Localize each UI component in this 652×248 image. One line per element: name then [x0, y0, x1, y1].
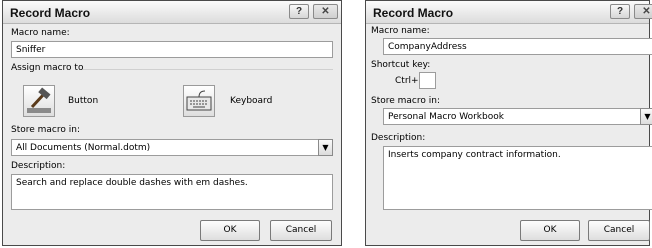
store-macro-select[interactable]: All Documents (Normal.dotm) — [11, 139, 319, 156]
assign-button-icon-button[interactable] — [23, 85, 55, 117]
dialog-title: Record Macro — [10, 6, 91, 20]
store-macro-label: Store macro in: — [371, 96, 440, 106]
group-divider — [83, 69, 333, 70]
chevron-down-icon[interactable]: ▼ — [318, 139, 333, 156]
keyboard-icon — [186, 90, 212, 111]
store-macro-label: Store macro in: — [11, 125, 80, 135]
macro-name-label: Macro name: — [371, 26, 430, 36]
word-record-macro-dialog: Record Macro ? ✕ Macro name: Sniffer Ass… — [2, 0, 342, 246]
store-macro-select[interactable]: Personal Macro Workbook — [383, 108, 641, 125]
help-button[interactable]: ? — [289, 4, 309, 19]
assign-macro-label: Assign macro to — [11, 63, 84, 73]
description-textarea[interactable]: Inserts company contract information. — [383, 146, 652, 210]
hammer-icon — [27, 87, 51, 113]
assign-keyboard-label[interactable]: Keyboard — [230, 96, 272, 106]
title-bar: Record Macro ? ✕ — [3, 1, 341, 24]
shortcut-key-label: Shortcut key: — [371, 60, 431, 70]
description-textarea[interactable]: Search and replace double dashes with em… — [11, 174, 333, 210]
ctrl-label: Ctrl+ — [395, 76, 419, 86]
help-button[interactable]: ? — [610, 4, 630, 19]
close-button[interactable]: ✕ — [634, 4, 652, 19]
macro-name-input[interactable]: Sniffer — [11, 41, 333, 58]
close-button[interactable]: ✕ — [313, 4, 338, 19]
macro-name-label: Macro name: — [11, 28, 70, 38]
assign-keyboard-icon-button[interactable] — [183, 85, 215, 117]
macro-name-input[interactable]: CompanyAddress — [383, 38, 652, 55]
title-bar: Record Macro ? ✕ — [366, 1, 652, 24]
ok-button[interactable]: OK — [520, 220, 580, 241]
ok-button[interactable]: OK — [200, 220, 260, 241]
description-label: Description: — [11, 161, 66, 171]
shortcut-key-input[interactable] — [419, 72, 436, 89]
cancel-button[interactable]: Cancel — [270, 220, 332, 241]
cancel-button[interactable]: Cancel — [588, 220, 650, 241]
assign-button-label[interactable]: Button — [68, 96, 98, 106]
excel-record-macro-dialog: Record Macro ? ✕ Macro name: CompanyAddr… — [365, 0, 652, 246]
dialog-title: Record Macro — [373, 6, 454, 20]
chevron-down-icon[interactable]: ▼ — [640, 108, 652, 125]
description-label: Description: — [371, 133, 426, 143]
